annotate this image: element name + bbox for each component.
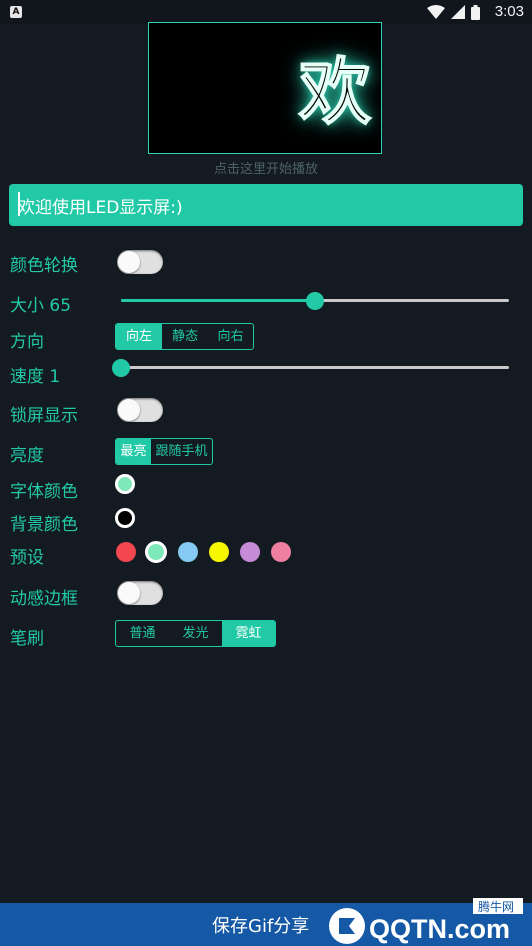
color-cycle-toggle[interactable] <box>117 250 163 274</box>
direction-static-option[interactable]: 静态 <box>162 324 208 349</box>
toggle-knob <box>118 582 140 604</box>
size-label: 大小 65 <box>10 296 72 316</box>
color-cycle-label: 颜色轮换 <box>10 256 78 276</box>
direction-segmented: 向左 静态 向右 <box>115 323 254 350</box>
signal-icon <box>451 5 465 19</box>
preset-color-blue[interactable] <box>178 542 198 562</box>
preset-color-red[interactable] <box>116 542 136 562</box>
preset-color-purple[interactable] <box>240 542 260 562</box>
brush-neon-option[interactable]: 霓虹 <box>222 621 275 646</box>
brightness-segmented: 最亮 跟随手机 <box>115 438 213 465</box>
lockscreen-toggle[interactable] <box>117 398 163 422</box>
brush-normal-option[interactable]: 普通 <box>116 621 169 646</box>
message-input[interactable] <box>9 184 523 226</box>
dynamic-border-toggle[interactable] <box>117 581 163 605</box>
toggle-knob <box>118 399 140 421</box>
preset-color-mint[interactable] <box>145 541 167 563</box>
brush-label: 笔刷 <box>10 629 44 649</box>
save-gif-share-label[interactable]: 保存Gif分享 <box>212 912 309 938</box>
preset-color-pink[interactable] <box>271 542 291 562</box>
bg-color-label: 背景颜色 <box>10 515 78 535</box>
svg-text:腾牛网: 腾牛网 <box>478 899 514 914</box>
bg-color-swatch[interactable] <box>115 508 135 528</box>
brightness-follow-option[interactable]: 跟随手机 <box>151 439 212 464</box>
size-slider-thumb[interactable] <box>306 292 324 310</box>
brightness-max-option[interactable]: 最亮 <box>116 439 151 464</box>
wifi-icon <box>427 5 445 19</box>
status-icons <box>427 4 480 20</box>
brush-segmented: 普通 发光 霓虹 <box>115 620 276 647</box>
lockscreen-label: 锁屏显示 <box>10 406 78 426</box>
direction-label: 方向 <box>10 332 44 352</box>
direction-left-option[interactable]: 向左 <box>116 324 162 349</box>
speed-slider-thumb[interactable] <box>112 359 130 377</box>
play-hint[interactable]: 点击这里开始播放 <box>0 158 532 177</box>
battery-icon <box>471 4 480 20</box>
font-color-swatch[interactable] <box>115 474 135 494</box>
status-time: 3:03 <box>494 3 524 20</box>
preset-color-yellow[interactable] <box>209 542 229 562</box>
font-color-label: 字体颜色 <box>10 482 78 502</box>
led-preview-text: 欢 <box>297 48 373 136</box>
app-notification-icon: A <box>10 6 22 18</box>
speed-slider[interactable] <box>121 366 509 369</box>
size-slider-fill <box>121 299 315 302</box>
brush-glow-option[interactable]: 发光 <box>169 621 222 646</box>
toggle-knob <box>118 251 140 273</box>
svg-text:QQTN.com: QQTN.com <box>369 914 510 944</box>
brightness-label: 亮度 <box>10 446 44 466</box>
direction-right-option[interactable]: 向右 <box>208 324 253 349</box>
led-preview[interactable]: 欢 <box>148 22 382 154</box>
presets-label: 预设 <box>10 548 44 568</box>
watermark-logo: QQTN.com 腾牛网 <box>329 898 523 944</box>
speed-label: 速度 1 <box>10 367 61 387</box>
text-cursor <box>18 192 20 216</box>
dynamic-border-label: 动感边框 <box>10 589 78 609</box>
